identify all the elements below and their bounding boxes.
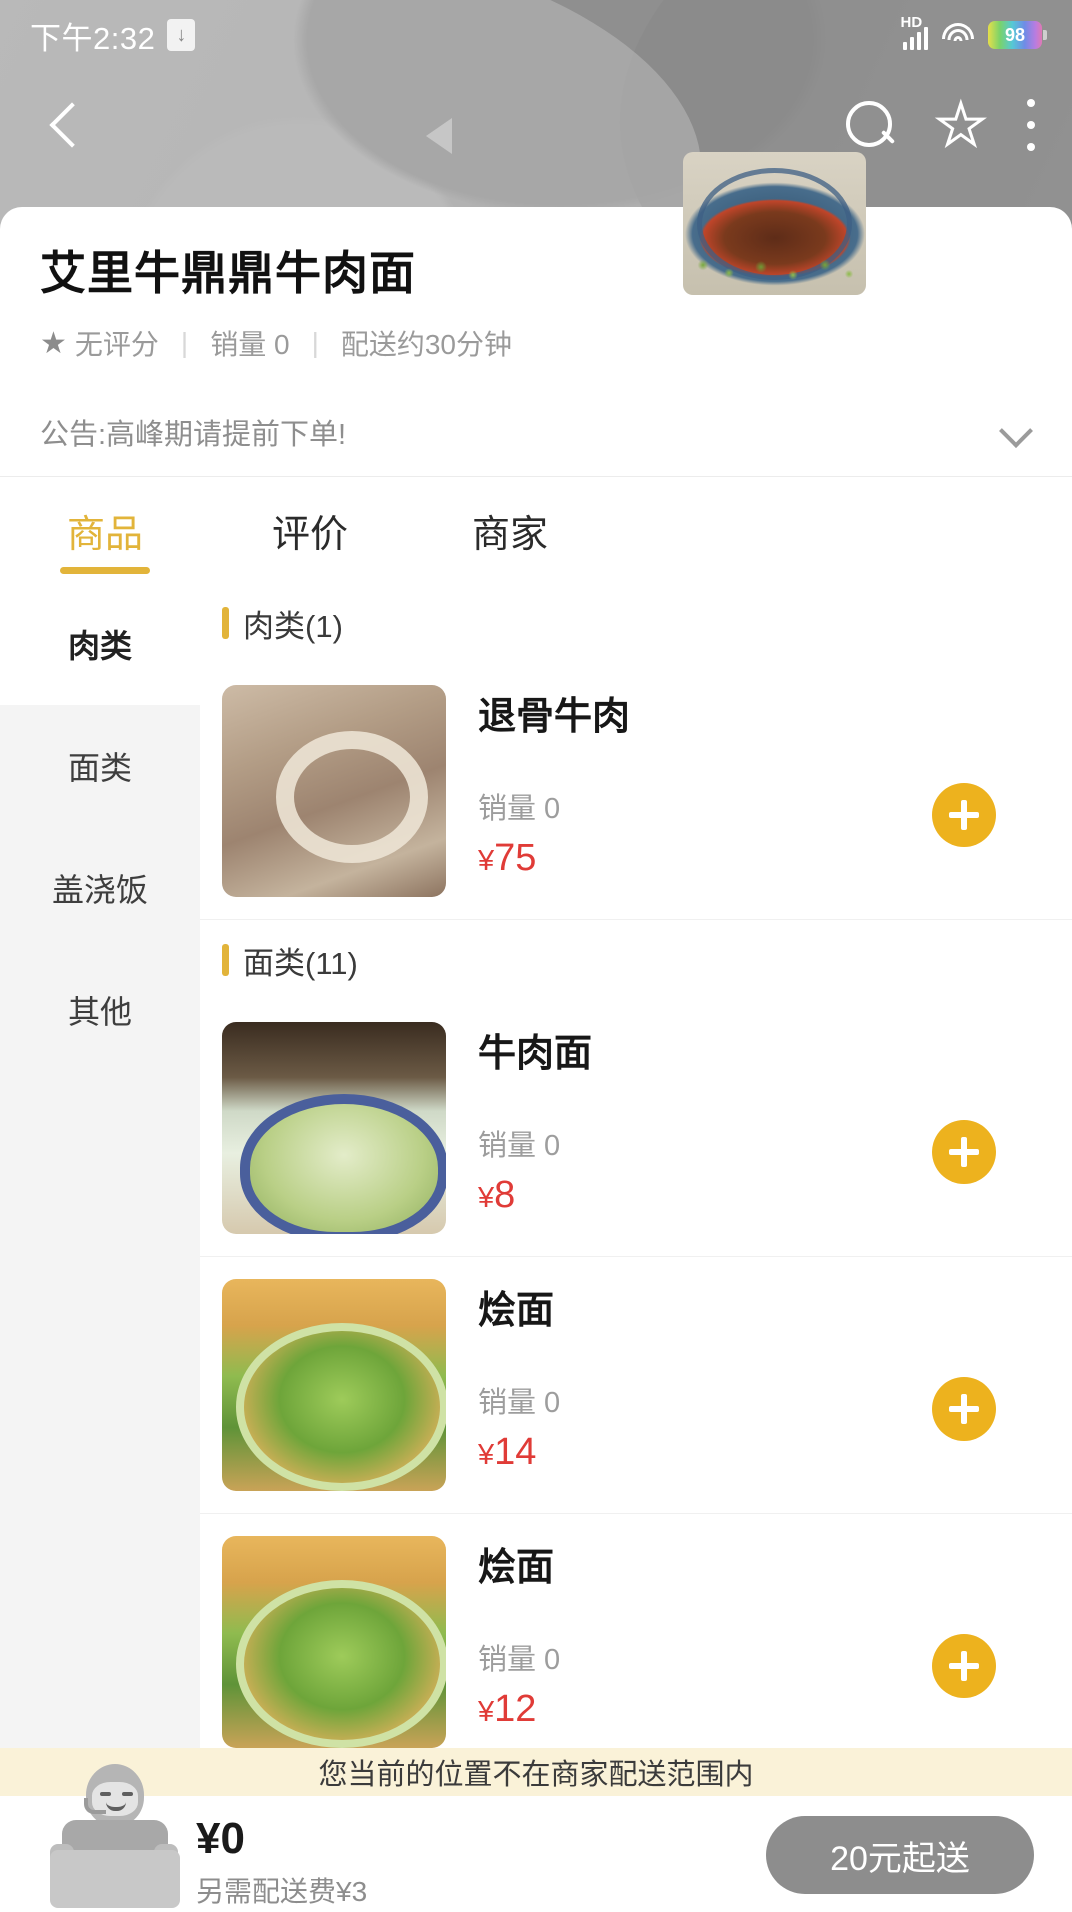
product-name: 烩面 xyxy=(478,1290,555,1332)
order-button[interactable]: 20元起送 xyxy=(766,1816,1034,1894)
currency-symbol: ¥ xyxy=(478,1696,495,1728)
top-nav-bar: ★ xyxy=(0,70,1072,180)
product-sold: 销量 0 xyxy=(478,793,561,825)
product-price: ¥14 xyxy=(478,1431,536,1474)
plus-icon[interactable] xyxy=(932,783,996,847)
section-header-meat: 肉类(1) xyxy=(200,583,1072,663)
product-name: 牛肉面 xyxy=(478,1033,593,1075)
cart-delivery-fee: 另需配送费¥3 xyxy=(196,1876,368,1907)
back-arrow-icon[interactable] xyxy=(36,97,92,153)
sidebar-item-label: 其他 xyxy=(67,994,132,1030)
price-value: 14 xyxy=(494,1431,537,1473)
product-image[interactable] xyxy=(222,685,446,897)
status-bar: 下午2:32 ↓ HD 98 xyxy=(0,0,1072,70)
signal-icon: HD xyxy=(901,14,928,50)
tab-reviews-label: 评价 xyxy=(271,514,348,556)
list-item[interactable]: 牛肉面 销量 0 ¥8 xyxy=(200,1000,1072,1257)
courier-avatar-icon xyxy=(34,1758,194,1908)
wifi-icon xyxy=(942,23,974,47)
menu-content: 肉类 面类 盖浇饭 其他 肉类(1) 退骨牛肉 销量 0 ¥75 面类(11) … xyxy=(0,583,1072,1763)
product-name: 烩面 xyxy=(478,1547,555,1589)
product-price: ¥75 xyxy=(478,837,536,880)
download-icon: ↓ xyxy=(167,19,196,51)
status-bar-left: 下午2:32 ↓ xyxy=(30,13,196,58)
tab-reviews[interactable]: 评价 xyxy=(210,503,410,558)
product-sold: 销量 0 xyxy=(478,1644,561,1676)
currency-symbol: ¥ xyxy=(478,845,495,877)
rating-star-icon: ★ xyxy=(40,326,67,360)
plus-icon[interactable] xyxy=(932,1120,996,1184)
sidebar-item-label: 盖浇饭 xyxy=(51,872,148,908)
product-price: ¥12 xyxy=(478,1688,536,1731)
cart-total-amount: ¥0 xyxy=(196,1814,245,1863)
product-list[interactable]: 肉类(1) 退骨牛肉 销量 0 ¥75 面类(11) 牛肉面 销量 0 ¥8 烩… xyxy=(200,583,1072,1763)
status-bar-right: HD 98 xyxy=(901,14,1047,50)
list-item[interactable]: 烩面 销量 0 ¥14 xyxy=(200,1257,1072,1514)
product-sold: 销量 0 xyxy=(478,1387,561,1419)
sidebar-item-label: 面类 xyxy=(67,750,132,786)
shop-delivery-time: 配送约30分钟 xyxy=(340,329,512,360)
cart-total: ¥0 另需配送费¥3 xyxy=(196,1814,367,1910)
shop-notice[interactable]: 公告:高峰期请提前下单! xyxy=(0,387,1072,477)
product-sold: 销量 0 xyxy=(478,1130,561,1162)
list-item[interactable]: 退骨牛肉 销量 0 ¥75 xyxy=(200,663,1072,920)
section-title: 肉类(1) xyxy=(243,608,343,644)
chevron-down-icon[interactable] xyxy=(1002,417,1032,447)
product-image[interactable] xyxy=(222,1022,446,1234)
status-time: 下午2:32 xyxy=(30,20,156,56)
price-value: 8 xyxy=(494,1174,516,1216)
battery-icon: 98 xyxy=(988,21,1047,49)
price-value: 75 xyxy=(494,837,537,879)
product-image[interactable] xyxy=(222,1279,446,1491)
search-icon[interactable] xyxy=(844,99,896,151)
currency-symbol: ¥ xyxy=(478,1439,495,1471)
sidebar-item-other[interactable]: 其他 xyxy=(0,949,200,1071)
section-header-noodles: 面类(11) xyxy=(200,920,1072,1000)
warning-text: 您当前的位置不在商家配送范围内 xyxy=(318,1759,754,1791)
tab-products-label: 商品 xyxy=(66,514,143,556)
shop-info-card: 艾里牛鼎鼎牛肉面 ★ 无评分 | 销量 0 | 配送约30分钟 xyxy=(0,207,1072,387)
sidebar-item-meat[interactable]: 肉类 xyxy=(0,583,200,705)
plus-icon[interactable] xyxy=(932,1634,996,1698)
nav-actions: ★ xyxy=(844,95,1036,154)
shop-rating: 无评分 xyxy=(74,329,159,360)
product-image[interactable] xyxy=(222,1536,446,1748)
sidebar-item-rice[interactable]: 盖浇饭 xyxy=(0,827,200,949)
tab-products[interactable]: 商品 xyxy=(0,503,210,574)
thumbnail-garnish xyxy=(689,243,861,287)
tab-bar: 商品 评价 商家 xyxy=(0,478,1072,583)
plus-icon[interactable] xyxy=(932,1377,996,1441)
section-accent-bar xyxy=(222,944,229,976)
price-value: 12 xyxy=(494,1688,537,1730)
tab-merchant-label: 商家 xyxy=(471,514,548,556)
meta-divider-2: | xyxy=(311,327,319,358)
star-icon[interactable]: ★ xyxy=(934,95,987,154)
order-button-label: 20元起送 xyxy=(830,1839,970,1878)
more-vertical-icon[interactable] xyxy=(1026,99,1036,151)
product-name: 退骨牛肉 xyxy=(478,696,631,738)
product-price: ¥8 xyxy=(478,1174,515,1217)
notice-text: 公告:高峰期请提前下单! xyxy=(40,418,347,451)
section-accent-bar xyxy=(222,607,229,639)
category-sidebar: 肉类 面类 盖浇饭 其他 xyxy=(0,583,200,1763)
tab-active-underline xyxy=(60,567,150,574)
sidebar-item-label: 肉类 xyxy=(67,628,132,664)
list-item[interactable]: 烩面 销量 0 ¥12 xyxy=(200,1514,1072,1763)
hd-label: HD xyxy=(900,14,923,31)
currency-symbol: ¥ xyxy=(478,1182,495,1214)
tab-merchant[interactable]: 商家 xyxy=(410,503,610,558)
page-title: 艾里牛鼎鼎牛肉面 xyxy=(40,247,416,299)
shop-sales: 销量 0 xyxy=(210,329,290,360)
meta-divider-1: | xyxy=(180,327,189,358)
cart-bar: ¥0 另需配送费¥3 20元起送 xyxy=(0,1764,1072,1912)
shop-meta: ★ 无评分 | 销量 0 | 配送约30分钟 xyxy=(40,323,1032,363)
sidebar-item-noodles[interactable]: 面类 xyxy=(0,705,200,827)
section-title: 面类(11) xyxy=(243,945,358,981)
